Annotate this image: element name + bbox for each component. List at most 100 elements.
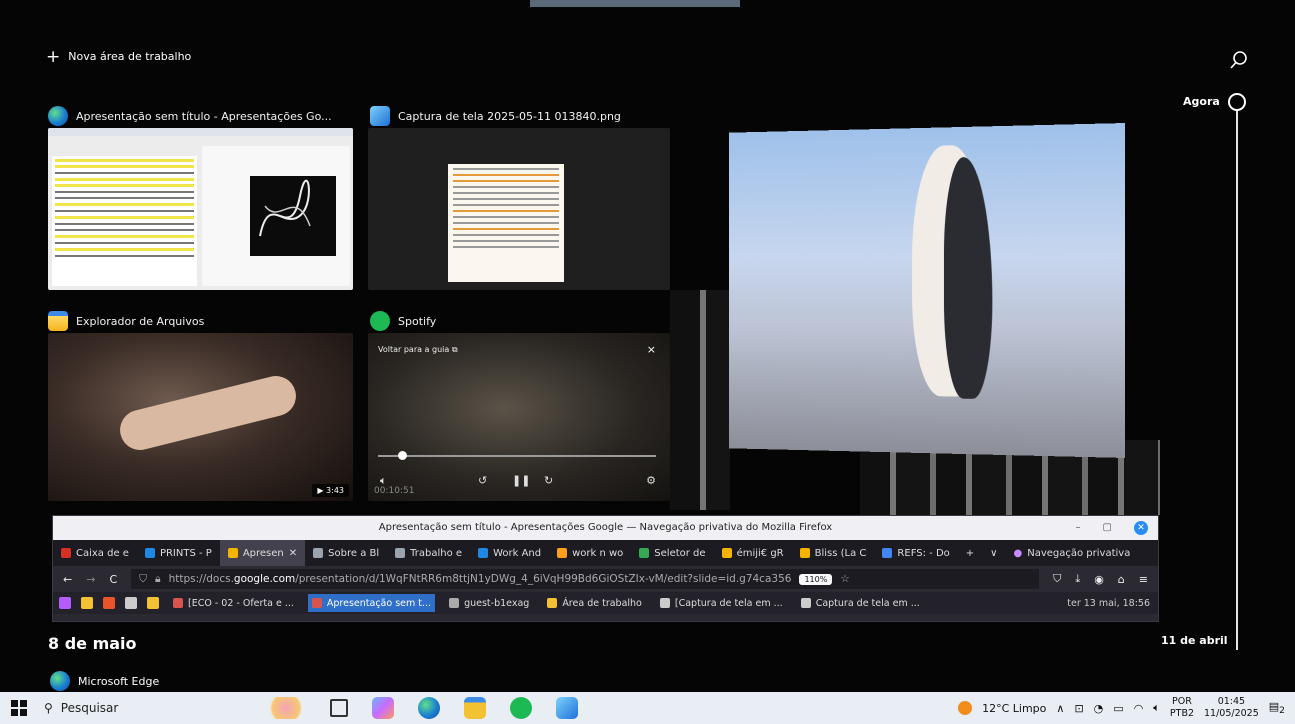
star-icon[interactable]: ☆ (840, 573, 849, 585)
pinned-app-icon[interactable] (147, 597, 159, 609)
tab-label: Apresen (242, 547, 284, 559)
bookmark-item[interactable]: guest-b1exag (445, 594, 533, 612)
back-icon[interactable]: ← (63, 573, 72, 586)
browser-tab[interactable]: REFS: - Do (874, 540, 957, 566)
window-title-spotify[interactable]: Spotify (370, 311, 436, 331)
browser-tab[interactable]: Seletor de (631, 540, 713, 566)
timeline-knob[interactable] (1228, 93, 1246, 111)
maximize-icon[interactable]: ▢ (1103, 516, 1112, 540)
firefox-window[interactable]: Apresentação sem título - Apresentações … (52, 515, 1159, 622)
new-desktop-button[interactable]: + Nova área de trabalho (46, 48, 191, 65)
browser-tab[interactable]: Bliss (La C (792, 540, 875, 566)
weather-icon[interactable] (958, 701, 973, 715)
weather-text[interactable]: 12°C Limpo (982, 702, 1046, 715)
timeline-april-label[interactable]: 11 de abril (1161, 634, 1228, 647)
tab-list-chevron-down-icon[interactable]: ∨ (982, 540, 1005, 566)
browser-tab[interactable]: Sobre a Bl (305, 540, 387, 566)
flowers-widget-icon[interactable] (266, 697, 306, 719)
window-title-slides[interactable]: Apresentação sem título - Apresentações … (48, 106, 332, 126)
tab-label: work n wo (572, 547, 624, 559)
close-icon[interactable]: × (647, 343, 656, 356)
minimize-icon[interactable]: – (1076, 516, 1081, 540)
window-thumbnail-capture[interactable] (368, 128, 670, 290)
tab-favicon-icon (313, 548, 324, 558)
bookmark-item[interactable]: [ECO - 02 - Oferta e ... (169, 594, 298, 612)
wifi-icon[interactable]: ◠ (1134, 702, 1144, 715)
account-icon[interactable]: ◉ (1094, 573, 1104, 586)
window-title-text: Explorador de Arquivos (76, 314, 205, 328)
notifications-icon[interactable]: ▤2 (1269, 700, 1285, 716)
tab-label: Trabalho e (410, 547, 463, 559)
reload-icon[interactable]: C (109, 573, 117, 586)
menu-icon[interactable]: ≡ (1139, 573, 1148, 586)
battery-icon[interactable]: ▭ (1113, 702, 1123, 715)
bookmark-item[interactable]: Captura de tela em ... (797, 594, 924, 612)
network-icon[interactable]: ◔ (1094, 702, 1104, 715)
copilot-icon[interactable] (372, 697, 394, 719)
bookmark-label: [Captura de tela em ... (674, 597, 783, 609)
task-view-icon[interactable] (330, 699, 348, 717)
bookmark-label: guest-b1exag (464, 597, 530, 609)
pause-icon[interactable]: ❚❚ (512, 474, 530, 487)
browser-tab[interactable]: Apresen ✕ (219, 540, 306, 566)
edge-icon[interactable] (418, 697, 440, 719)
photos-icon[interactable] (556, 697, 578, 719)
url-bar[interactable]: ⛉ 🔒︎ https://docs.google.com/presentatio… (131, 569, 1040, 589)
browser-tab[interactable]: PRINTS - P (137, 540, 220, 566)
bookmark-favicon-icon (449, 598, 460, 608)
browser-tab[interactable]: Trabalho e (387, 540, 470, 566)
bookmark-item[interactable]: Área de trabalho (543, 594, 646, 612)
pinned-app-icon[interactable] (103, 597, 115, 609)
window-thumbnail-spotify[interactable]: Voltar para a guia ⧉ × 🔈︎ ↺ ❚❚ ↻ ⚙ 00:10… (368, 333, 670, 501)
timeline-app-entry[interactable]: Microsoft Edge (50, 671, 159, 691)
spotify-icon[interactable] (510, 697, 532, 719)
pinned-app-icon[interactable] (125, 597, 137, 609)
speaker-icon[interactable]: 🔈︎ (1153, 701, 1160, 715)
window-title-capture[interactable]: Captura de tela 2025-05-11 013840.png (370, 106, 621, 126)
language-indicator[interactable]: POR PTB2 (1170, 696, 1194, 720)
browser-tab[interactable]: émiji€ gR (714, 540, 792, 566)
timeline-track[interactable] (1236, 110, 1238, 650)
file-explorer-icon[interactable] (464, 697, 486, 719)
download-icon[interactable]: ⤓ (1075, 572, 1080, 586)
bookmark-favicon-icon (659, 598, 670, 608)
edge-icon (50, 671, 70, 691)
tab-label: Seletor de (654, 547, 706, 559)
bookmark-item[interactable]: Apresentação sem t... (307, 594, 436, 612)
rewind-icon[interactable]: ↺ (478, 474, 487, 487)
pinned-app-icon[interactable] (59, 597, 71, 609)
settings-icon[interactable]: ⚙ (646, 474, 656, 487)
tab-favicon-icon (227, 548, 238, 558)
close-icon[interactable]: ✕ (1134, 521, 1148, 535)
new-tab-button[interactable]: + (958, 540, 982, 566)
tab-favicon-icon (882, 548, 893, 558)
forward-icon[interactable]: → (86, 573, 95, 586)
top-indicator (530, 0, 740, 7)
start-button[interactable] (0, 700, 38, 716)
taskbar-search[interactable]: ⚲ Pesquisar (38, 696, 254, 720)
pip-progress[interactable] (378, 455, 656, 457)
browser-tab[interactable]: Caixa de e (53, 540, 137, 566)
play-icon: ▶ (317, 486, 327, 495)
forward-icon[interactable]: ↻ (544, 474, 553, 487)
pip-back-label[interactable]: Voltar para a guia (378, 345, 449, 354)
window-thumbnail-slides[interactable] (48, 128, 353, 290)
pinned-app-icon[interactable] (81, 597, 93, 609)
bookmark-item[interactable]: [Captura de tela em ... (656, 594, 787, 612)
folder-icon (48, 311, 68, 331)
browser-tab[interactable]: work n wo (549, 540, 631, 566)
close-tab-icon[interactable]: ✕ (289, 548, 297, 559)
pocket-icon[interactable]: ⛉ (1053, 572, 1061, 586)
window-thumbnail-explorer[interactable]: ▶ 3:43 (48, 333, 353, 501)
firefox-title-bar[interactable]: Apresentação sem título - Apresentações … (53, 516, 1158, 540)
extensions-icon[interactable]: ⌂ (1118, 573, 1125, 586)
window-title-explorer[interactable]: Explorador de Arquivos (48, 311, 204, 331)
zoom-badge[interactable]: 110% (799, 573, 833, 585)
tray-app-icon[interactable]: ⊡ (1074, 702, 1083, 715)
pip-progress-handle[interactable] (398, 451, 407, 460)
clock[interactable]: 01:45 11/05/2025 (1204, 696, 1259, 720)
chevron-up-icon[interactable]: ∧ (1056, 702, 1064, 715)
bookmark-favicon-icon (547, 598, 558, 608)
browser-tab[interactable]: Work And (470, 540, 549, 566)
search-icon[interactable] (1227, 48, 1251, 72)
